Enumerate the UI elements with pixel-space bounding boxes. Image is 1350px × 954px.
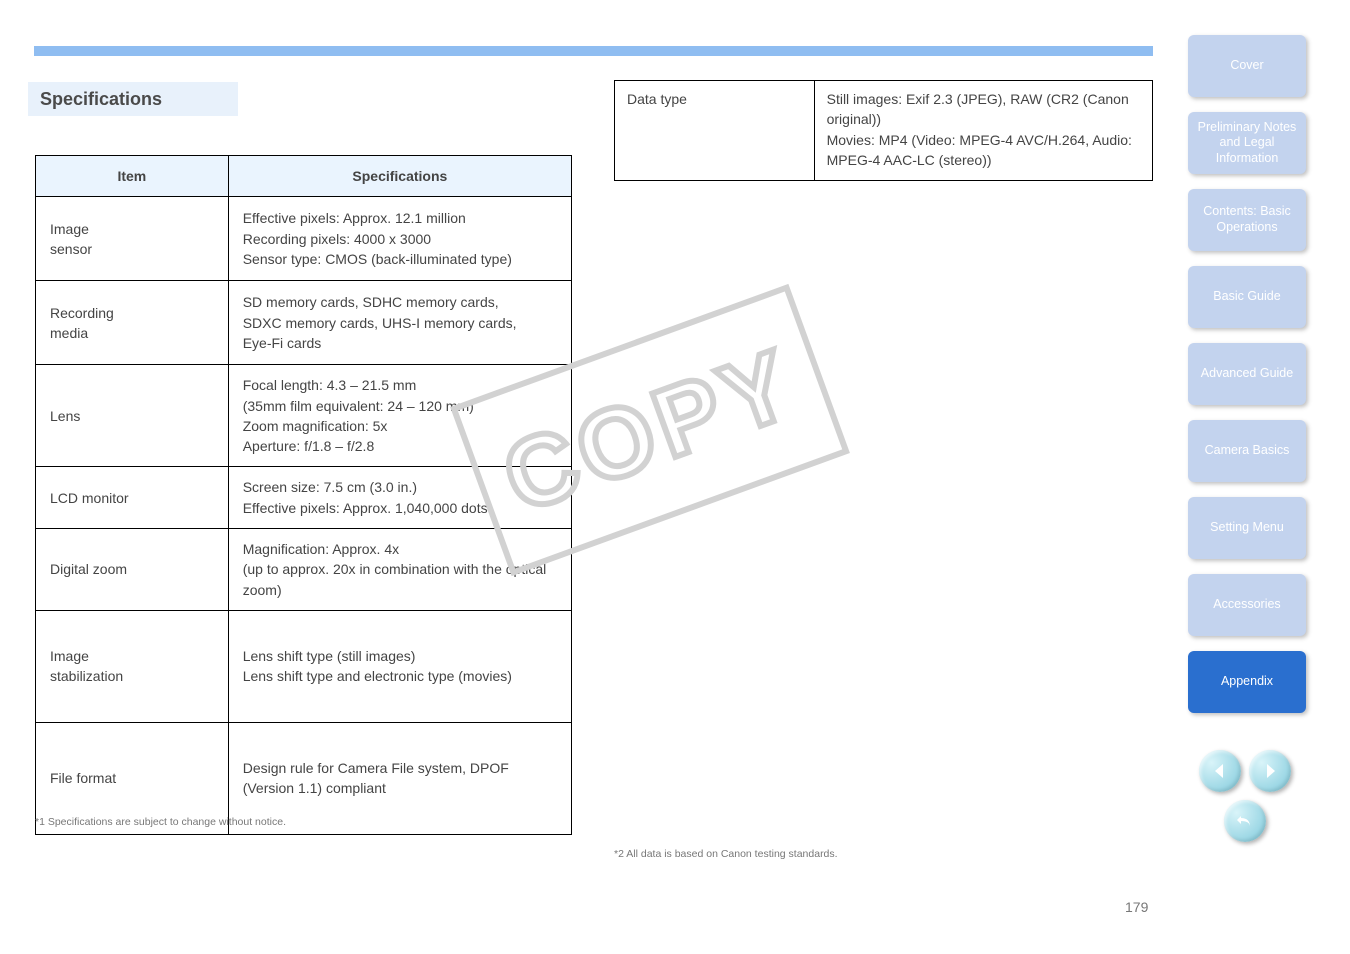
spec-item: LCD monitor (36, 467, 229, 529)
table-row: Imagesensor Effective pixels: Approx. 12… (36, 197, 572, 281)
tab-cover[interactable]: Cover (1188, 35, 1306, 97)
spec-value: Lens shift type (still images)Lens shift… (228, 610, 571, 722)
table-row: LCD monitor Screen size: 7.5 cm (3.0 in.… (36, 467, 572, 529)
spec-table: Item Specifications Imagesensor Effectiv… (35, 155, 572, 835)
spec-item: Recordingmedia (36, 281, 229, 365)
return-button[interactable] (1224, 800, 1266, 842)
spec-value: Magnification: Approx. 4x(up to approx. … (228, 529, 571, 611)
spec-value: Still images: Exif 2.3 (JPEG), RAW (CR2 … (814, 81, 1152, 181)
table-row: Lens Focal length: 4.3 – 21.5 mm(35mm fi… (36, 365, 572, 467)
tab-preliminary[interactable]: Preliminary Notes and Legal Information (1188, 112, 1306, 174)
tab-setting-menu[interactable]: Setting Menu (1188, 497, 1306, 559)
page-number: 179 (1125, 899, 1148, 915)
tab-advanced-guide[interactable]: Advanced Guide (1188, 343, 1306, 405)
table-row: Data type Still images: Exif 2.3 (JPEG),… (615, 81, 1153, 181)
spec-item: Data type (615, 81, 815, 181)
spec-item: Imagestabilization (36, 610, 229, 722)
side-nav: Cover Preliminary Notes and Legal Inform… (1188, 35, 1306, 713)
table-row: Recordingmedia SD memory cards, SDHC mem… (36, 281, 572, 365)
col-header-item: Item (36, 156, 229, 197)
spec-value: SD memory cards, SDHC memory cards,SDXC … (228, 281, 571, 365)
table-row: Digital zoom Magnification: Approx. 4x(u… (36, 529, 572, 611)
spec-value: Screen size: 7.5 cm (3.0 in.)Effective p… (228, 467, 571, 529)
spec-table-continued: Data type Still images: Exif 2.3 (JPEG),… (614, 80, 1153, 181)
next-page-button[interactable] (1249, 750, 1291, 792)
chevron-left-icon (1211, 762, 1229, 780)
spec-item: Imagesensor (36, 197, 229, 281)
spec-item: Lens (36, 365, 229, 467)
tab-contents[interactable]: Contents: Basic Operations (1188, 189, 1306, 251)
prev-page-button[interactable] (1199, 750, 1241, 792)
tab-basic-guide[interactable]: Basic Guide (1188, 266, 1306, 328)
return-icon (1235, 811, 1255, 831)
section-title: Specifications (28, 82, 238, 116)
table-row: Imagestabilization Lens shift type (stil… (36, 610, 572, 722)
tab-camera-basics[interactable]: Camera Basics (1188, 420, 1306, 482)
spec-value: Focal length: 4.3 – 21.5 mm(35mm film eq… (228, 365, 571, 467)
tab-appendix[interactable]: Appendix (1188, 651, 1306, 713)
tab-accessories[interactable]: Accessories (1188, 574, 1306, 636)
header-rule (34, 46, 1153, 56)
col-header-spec: Specifications (228, 156, 571, 197)
chevron-right-icon (1261, 762, 1279, 780)
spec-item: Digital zoom (36, 529, 229, 611)
spec-value: Effective pixels: Approx. 12.1 millionRe… (228, 197, 571, 281)
footnote: *1 Specifications are subject to change … (35, 815, 575, 829)
footnote: *2 All data is based on Canon testing st… (614, 847, 1154, 861)
nav-controls (1199, 750, 1299, 850)
